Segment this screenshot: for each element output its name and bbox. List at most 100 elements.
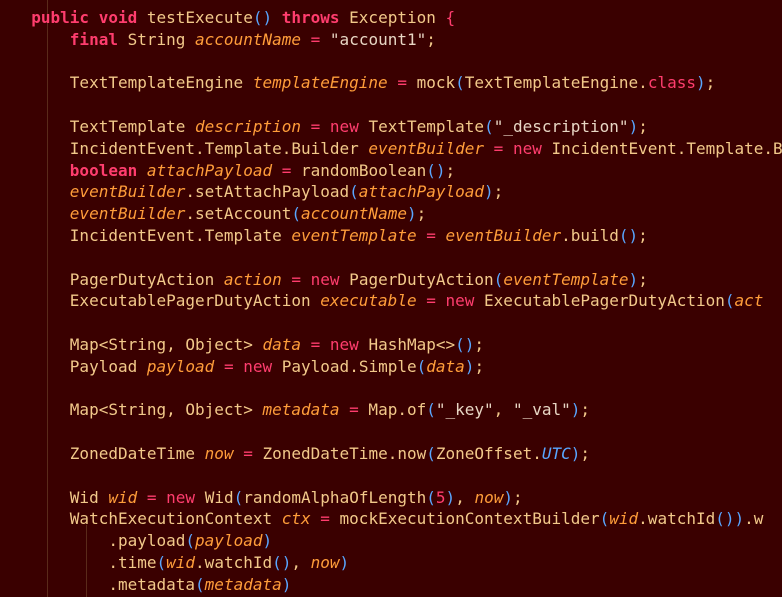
- code-token: .build: [561, 225, 619, 245]
- code-token: String: [117, 29, 196, 49]
- code-token: =: [243, 443, 253, 463]
- code-line[interactable]: [12, 312, 782, 334]
- code-token: ,: [291, 552, 311, 572]
- code-token: "_val": [512, 400, 571, 420]
- code-token: (): [426, 160, 446, 180]
- code-token: (: [493, 269, 504, 289]
- code-line[interactable]: eventBuilder.setAttachPayload(attachPayl…: [12, 181, 782, 203]
- code-token: data: [262, 334, 301, 354]
- code-token: (: [455, 73, 465, 93]
- code-line[interactable]: eventBuilder.setAccount(accountName);: [12, 203, 782, 225]
- code-token: new: [329, 334, 359, 354]
- code-line[interactable]: ZonedDateTime now = ZonedDateTime.now(Zo…: [12, 443, 782, 465]
- code-token: TextTemplate: [12, 116, 196, 136]
- code-line[interactable]: final String accountName = "account1";: [12, 29, 782, 51]
- code-token: TextTemplateEngine.: [464, 73, 648, 93]
- code-token: ;: [426, 29, 436, 49]
- code-line[interactable]: IncidentEvent.Template eventTemplate = e…: [12, 225, 782, 247]
- code-token: eventBuilder: [69, 182, 186, 202]
- code-token: (): [618, 225, 639, 245]
- code-token: class: [647, 73, 696, 93]
- code-editor[interactable]: public void testExecute() throws Excepti…: [0, 0, 782, 597]
- code-line[interactable]: PagerDutyAction action = new PagerDutyAc…: [12, 269, 782, 291]
- code-line[interactable]: Map<String, Object> data = new HashMap<>…: [12, 334, 782, 356]
- code-token: payload: [195, 531, 263, 551]
- code-token: public: [31, 8, 90, 27]
- code-token: =: [349, 400, 359, 420]
- code-token: testExecute: [137, 8, 253, 27]
- code-line[interactable]: Payload payload = new Payload.Simple(dat…: [12, 356, 782, 378]
- code-token: (): [455, 334, 475, 354]
- code-token: 5: [435, 487, 446, 507]
- code-token: (: [233, 487, 244, 507]
- code-token: .watchId: [195, 552, 273, 572]
- code-line[interactable]: [12, 247, 782, 269]
- code-line[interactable]: [12, 465, 782, 487]
- code-token: =: [320, 509, 330, 529]
- code-token: wid: [108, 487, 138, 507]
- code-token: ): [628, 269, 639, 289]
- code-line[interactable]: .payload(payload): [12, 530, 782, 552]
- code-line[interactable]: [12, 378, 782, 400]
- code-token: TextTemplate: [358, 116, 485, 136]
- code-token: =: [291, 269, 301, 289]
- code-line[interactable]: Wid wid = new Wid(randomAlphaOfLength(5)…: [12, 487, 782, 509]
- code-line[interactable]: TextTemplate description = new TextTempl…: [12, 116, 782, 138]
- code-token: now: [474, 487, 504, 507]
- code-line[interactable]: IncidentEvent.Template.Builder eventBuil…: [12, 138, 782, 160]
- code-token: eventBuilder: [69, 204, 186, 224]
- code-token: HashMap<>: [358, 334, 456, 354]
- code-line[interactable]: .metadata(metadata): [12, 574, 782, 596]
- code-token: (: [291, 204, 301, 224]
- code-token: =: [310, 334, 321, 354]
- code-token: throws: [281, 8, 340, 27]
- code-token: ): [445, 487, 456, 507]
- code-line[interactable]: TextTemplateEngine templateEngine = mock…: [12, 72, 782, 94]
- code-token: Payload: [12, 356, 147, 376]
- code-line[interactable]: [12, 421, 782, 443]
- code-token: ): [628, 116, 639, 136]
- code-token: Map<String, Object>: [12, 400, 263, 420]
- code-token: .setAttachPayload: [185, 182, 350, 202]
- code-token: (: [426, 487, 436, 507]
- code-token: ): [503, 487, 513, 507]
- code-line[interactable]: ExecutablePagerDutyAction executable = n…: [12, 290, 782, 312]
- code-token: (: [484, 116, 494, 136]
- code-line[interactable]: .time(wid.watchId(), now): [12, 552, 782, 574]
- code-line[interactable]: WatchExecutionContext ctx = mockExecutio…: [12, 508, 782, 530]
- code-line[interactable]: [12, 94, 782, 116]
- code-token: final: [69, 29, 118, 49]
- code-token: IncidentEvent.Template.Builder: [12, 138, 369, 158]
- code-token: accountName: [301, 204, 407, 224]
- code-token: new: [243, 356, 273, 376]
- code-line[interactable]: Map<String, Object> metadata = Map.of("_…: [12, 399, 782, 421]
- code-token: IncidentEvent.Template: [12, 225, 292, 245]
- code-token: eventBuilder: [445, 225, 562, 245]
- code-token: (: [349, 182, 359, 202]
- code-line[interactable]: [12, 51, 782, 73]
- code-token: =: [310, 116, 321, 136]
- code-token: "_description": [493, 116, 629, 136]
- code-token: new: [512, 138, 542, 158]
- code-token: {: [445, 8, 456, 27]
- code-token: .watchId: [638, 509, 716, 529]
- code-line[interactable]: public void testExecute() throws Excepti…: [12, 7, 782, 29]
- code-area[interactable]: public void testExecute() throws Excepti…: [12, 7, 782, 596]
- code-line[interactable]: boolean attachPayload = randomBoolean();: [12, 160, 782, 182]
- code-token: (: [724, 291, 735, 311]
